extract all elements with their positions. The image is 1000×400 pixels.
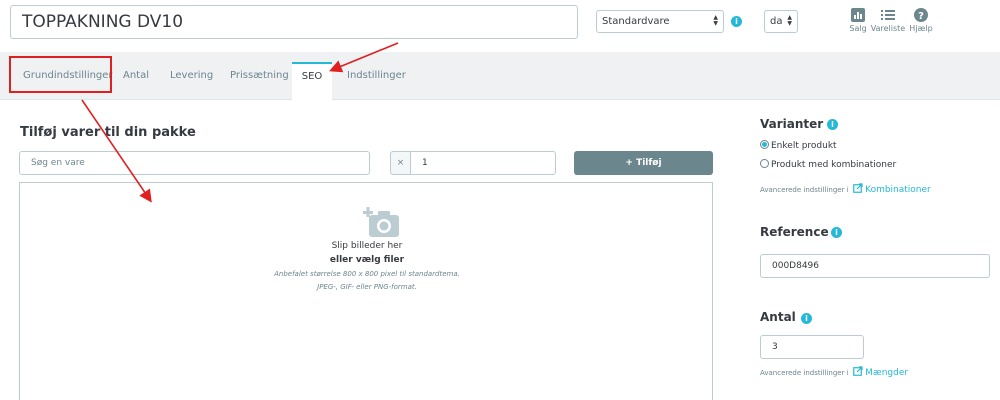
svg-text:?: ? [918,11,924,22]
product-type-select[interactable]: Standardvare ▲ ▼ [596,10,724,33]
radio-single-product-label: Enkelt produkt [771,141,837,151]
external-link-icon [853,183,863,193]
product-type-value: Standardvare [602,16,670,27]
product-name-input[interactable]: TOPPAKNING DV10 [10,5,578,39]
image-dropzone[interactable]: Slip billeder her eller vælg filer Anbef… [19,182,713,400]
radio-product-combinations-label: Produkt med kombinationer [771,160,897,170]
info-icon[interactable]: i [827,119,838,130]
help-link[interactable]: ? Hjælp [908,8,934,33]
choose-files-link[interactable]: eller vælg filer [20,255,714,265]
help-icon: ? [914,8,928,22]
variants-title-text: Varianter [760,117,824,131]
dropzone-size-hint: Anbefalet størrelse 800 x 800 pixel til … [274,270,460,278]
radio-checked-icon [760,140,769,149]
quantity-advanced-label: Avancerede indstillinger i [760,369,849,377]
quantity-advanced-settings: Avancerede indstillinger i Mængder [760,366,908,379]
combinations-link[interactable]: Kombinationer [865,185,931,195]
dropzone-format-hint: JPEG-, GIF- eller PNG-format. [317,283,417,291]
variants-title: Varianter [760,117,823,131]
language-select[interactable]: da ▲ ▼ [764,10,798,33]
tab-pricing[interactable]: Prissætning [220,62,299,100]
external-link-icon [853,366,863,376]
help-label: Hjælp [909,24,933,33]
select-arrows-icon: ▲ ▼ [713,14,718,27]
radio-unchecked-icon [760,159,769,168]
pack-title: Tilføj varer til din pakke [20,125,196,140]
sales-link[interactable]: Salg [848,8,868,33]
radio-product-combinations[interactable]: Produkt med kombinationer [760,159,896,171]
add-photo-icon [363,207,399,237]
reference-title-text: Reference [760,225,829,239]
tab-shipping[interactable]: Levering [160,62,223,100]
bar-chart-icon [851,8,865,22]
pack-quantity-input[interactable]: 1 [410,151,556,175]
tab-quantity[interactable]: Antal [113,62,159,100]
product-header: TOPPAKNING DV10 Standardvare ▲ ▼ i da ▲ ▼ … [0,0,1000,52]
info-icon[interactable]: i [831,227,842,238]
tab-bar: Grundindstillinger Antal Levering Prissæ… [0,52,1000,100]
list-icon [881,10,895,20]
quantities-link[interactable]: Mængder [865,368,908,378]
product-list-link[interactable]: Vareliste [870,8,906,33]
product-search-input[interactable]: Søg en vare [19,151,370,175]
add-product-button[interactable]: + Tilføj [574,151,713,175]
reference-input[interactable]: 000D8496 [760,254,990,278]
quantity-prefix: × [390,151,410,175]
language-value: da [770,16,783,27]
sales-label: Salg [849,24,867,33]
radio-single-product[interactable]: Enkelt produkt [760,140,837,152]
reference-title: Reference [760,225,829,239]
info-icon[interactable]: i [801,313,812,324]
quantity-input[interactable]: 3 [760,335,864,359]
select-arrows-icon: ▲ ▼ [787,14,792,27]
info-icon[interactable]: i [731,16,742,27]
variants-advanced-label: Avancerede indstillinger i [760,186,849,194]
tab-seo[interactable]: SEO [292,62,332,100]
quantity-title-text: Antal [760,310,796,324]
variants-advanced-settings: Avancerede indstillinger i Kombinationer [760,183,931,196]
product-list-label: Vareliste [870,24,906,33]
dropzone-primary-text: Slip billeder her [331,241,403,251]
annotation-highlight-box [9,56,112,93]
quantity-title: Antal [760,310,796,324]
tab-options[interactable]: Indstillinger [337,62,416,100]
